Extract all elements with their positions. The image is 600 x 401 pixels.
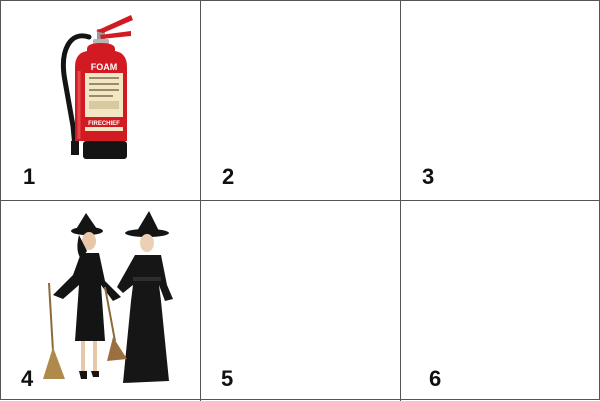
grid-cell-6[interactable]: 6	[401, 201, 600, 401]
grid-cell-1[interactable]: FOAM FIRECHIEF 1	[1, 1, 201, 201]
picture-grid: FOAM FIRECHIEF 1 2 3 4 5 6	[0, 0, 600, 401]
cell-number: 6	[429, 366, 442, 391]
cell-number: 1	[23, 164, 36, 189]
grid-divider-vertical	[200, 1, 201, 401]
grid-cell-4[interactable]: 4	[1, 201, 201, 401]
grid-cell-3[interactable]: 3	[401, 1, 600, 201]
cell-number: 5	[221, 366, 234, 391]
extinguisher-label-top: FOAM	[91, 62, 118, 72]
cell-number: 2	[222, 164, 235, 189]
extinguisher-brand: FIRECHIEF	[88, 121, 120, 127]
grid-cell-5[interactable]: 5	[201, 201, 401, 401]
grid-divider-vertical	[400, 1, 401, 401]
cell-number: 4	[21, 366, 34, 391]
grid-cell-2[interactable]: 2	[201, 1, 401, 201]
cell-number: 3	[422, 164, 435, 189]
grid-divider-horizontal	[1, 200, 600, 201]
